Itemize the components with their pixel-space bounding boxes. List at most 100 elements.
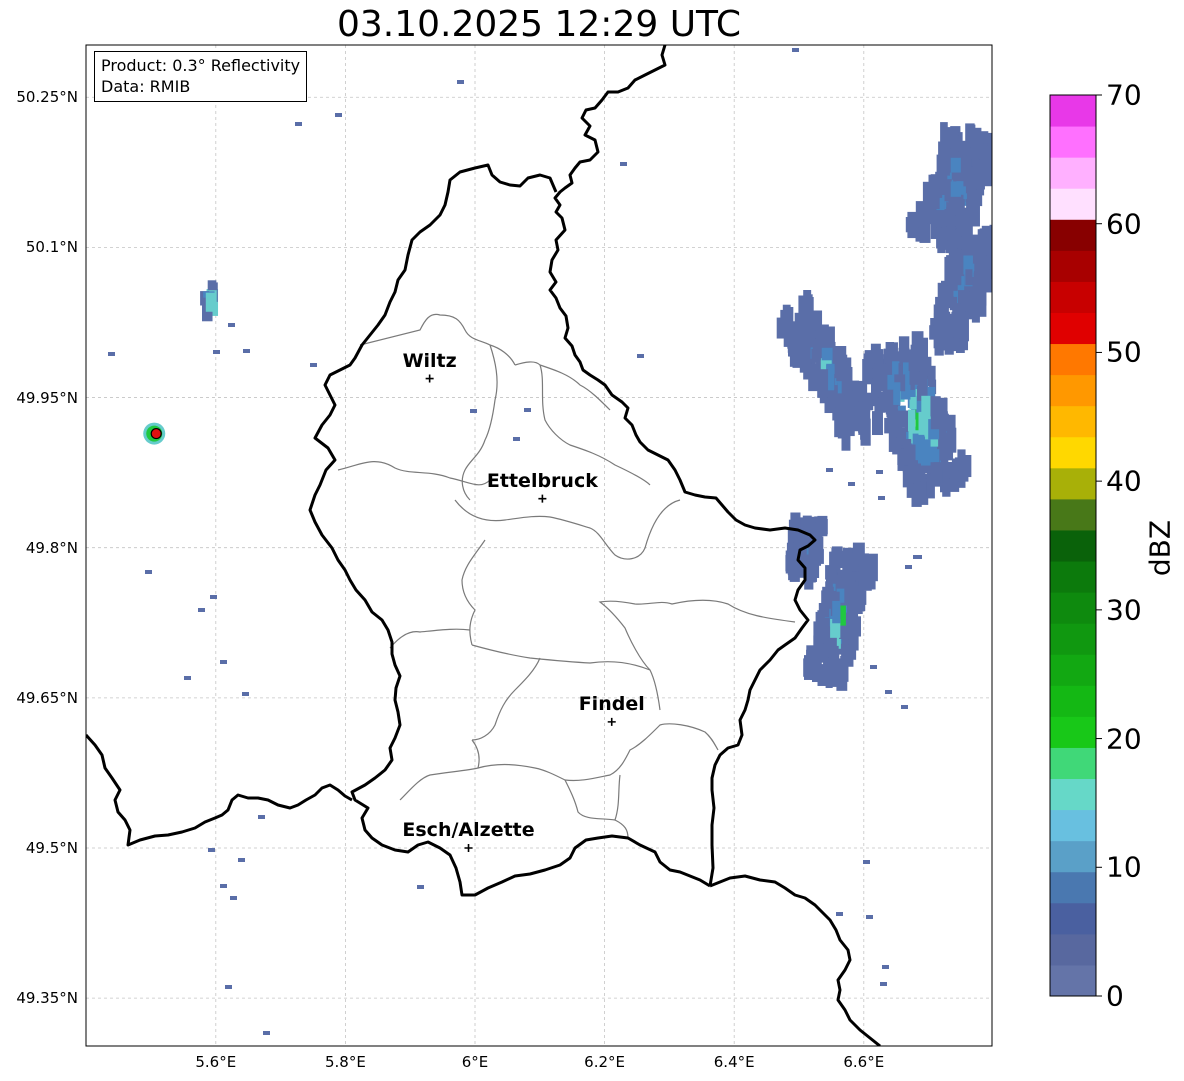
echo-cell xyxy=(848,482,855,486)
echo-cell xyxy=(108,352,115,356)
echo-cell xyxy=(847,553,857,572)
echo-cell xyxy=(944,179,952,202)
echo-cell xyxy=(876,470,883,474)
echo-cell xyxy=(938,141,947,162)
echo-cell xyxy=(242,692,249,696)
city-marker-icon xyxy=(538,494,547,503)
echo-cell xyxy=(876,349,884,375)
echo-cell xyxy=(882,965,889,969)
echo-cell xyxy=(620,162,627,166)
lat-label: 49.8°N xyxy=(25,538,78,557)
colorbar-segment xyxy=(1050,902,1096,935)
echo-cell xyxy=(965,166,974,194)
echo-cell xyxy=(888,430,897,452)
echo-cell xyxy=(919,374,928,392)
colorbar-tick-label: 20 xyxy=(1106,722,1142,756)
lat-label: 50.1°N xyxy=(25,238,78,257)
colorbar-segment xyxy=(1050,716,1096,748)
radar-site-icon xyxy=(150,427,162,440)
echo-cell xyxy=(832,600,841,624)
echo-cell xyxy=(637,354,644,358)
colorbar-segment xyxy=(1050,685,1096,717)
echo-cell xyxy=(941,437,950,455)
echo-cell xyxy=(220,884,227,888)
echo-cell xyxy=(934,213,945,228)
city-markers xyxy=(425,374,616,852)
canton-boundaries xyxy=(337,313,796,839)
colorbar-segment xyxy=(1050,126,1096,158)
lon-label: 6°E xyxy=(461,1053,489,1071)
echo-cell xyxy=(918,207,926,228)
echo-cell xyxy=(935,325,945,351)
echo-cell xyxy=(908,349,920,372)
city-label: Ettelbruck xyxy=(486,469,598,492)
echo-cell xyxy=(860,416,871,440)
echo-cell xyxy=(785,307,794,329)
echo-cell xyxy=(976,237,987,256)
echo-cell xyxy=(897,410,909,428)
echo-cell xyxy=(908,409,916,432)
lon-label: 6.4°E xyxy=(713,1053,755,1071)
colorbar-segment xyxy=(1050,592,1096,624)
echo-cell xyxy=(954,194,964,216)
echo-cell xyxy=(792,48,799,52)
echo-cell xyxy=(930,406,941,430)
echo-cell xyxy=(921,439,931,466)
echo-cell xyxy=(905,565,912,569)
lat-label: 50.25°N xyxy=(16,88,78,107)
echo-cell xyxy=(830,662,840,680)
colorbar-segment xyxy=(1050,623,1096,655)
colorbar-segment xyxy=(1050,281,1096,313)
colorbar-segment xyxy=(1050,964,1096,997)
colorbar-segment xyxy=(1050,436,1096,469)
colorbar xyxy=(1049,94,1102,997)
data-source-label: Data: RMIB xyxy=(101,77,191,96)
echo-cell xyxy=(878,496,885,500)
echo-cell xyxy=(880,982,887,986)
echo-cell xyxy=(228,323,235,327)
colorbar-tick-label: 60 xyxy=(1106,207,1142,241)
echo-cell xyxy=(210,595,217,599)
colorbar-segment xyxy=(1050,498,1096,531)
echo-cell xyxy=(863,353,875,369)
city-marker-icon xyxy=(425,374,434,383)
echo-cell xyxy=(965,269,973,286)
echo-cell xyxy=(918,411,927,435)
echo-cell xyxy=(817,515,828,537)
echo-cell xyxy=(958,140,967,156)
echo-cell xyxy=(258,815,265,819)
echo-cell xyxy=(208,848,215,852)
lat-label: 49.35°N xyxy=(16,989,78,1008)
product-info-box: Product: 0.3° Reflectivity Data: RMIB xyxy=(94,51,308,102)
radar-echoes xyxy=(108,48,992,1035)
echo-cell xyxy=(944,327,954,355)
city-label: Wiltz xyxy=(402,349,457,372)
echo-cell xyxy=(950,181,962,197)
colorbar-segment xyxy=(1050,95,1096,127)
echo-cell xyxy=(818,617,830,636)
colorbar-segment xyxy=(1050,654,1096,686)
colorbar-tick-label: 40 xyxy=(1106,464,1142,498)
lat-label: 49.5°N xyxy=(25,839,78,857)
echo-cell xyxy=(417,885,424,889)
echo-cell xyxy=(844,580,856,601)
country-borders xyxy=(86,45,881,1046)
echo-cell xyxy=(238,858,245,862)
radar-map[interactable] xyxy=(0,0,1184,1081)
colorbar-segment xyxy=(1050,250,1096,282)
echo-cell xyxy=(145,570,152,574)
echo-cell xyxy=(866,915,873,919)
echo-cell xyxy=(909,370,920,385)
echo-cell xyxy=(457,80,464,84)
echo-cell xyxy=(818,643,829,663)
echo-cell xyxy=(808,371,819,392)
echo-cell xyxy=(836,912,843,916)
echo-cell xyxy=(976,279,987,306)
echo-cell xyxy=(872,411,883,436)
city-marker-icon xyxy=(607,717,616,726)
echo-cell xyxy=(834,346,847,367)
echo-cell xyxy=(967,124,976,146)
echo-cell xyxy=(225,985,232,989)
echo-cell xyxy=(951,135,960,152)
echo-cell xyxy=(811,348,821,363)
